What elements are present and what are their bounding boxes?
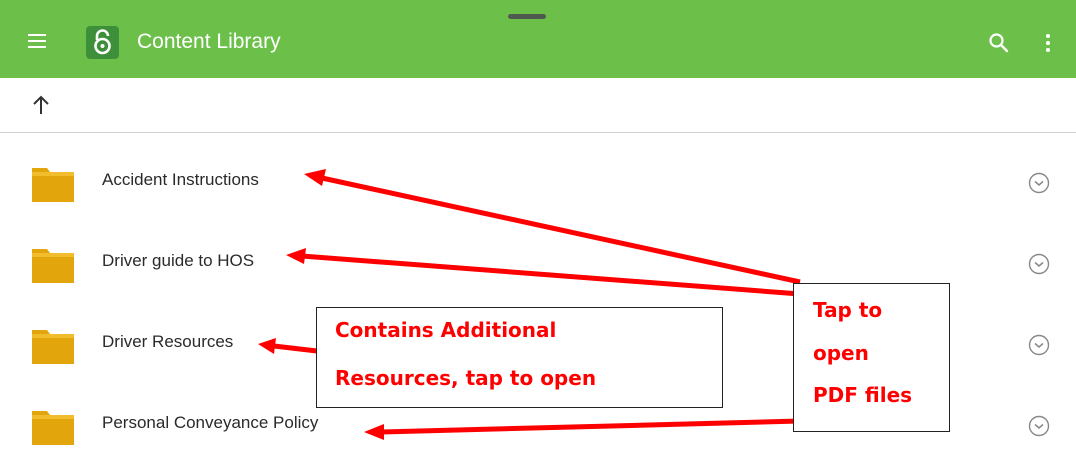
folder-row[interactable]: Accident Instructions [0, 138, 1076, 218]
search-icon[interactable] [988, 32, 1010, 54]
folder-label: Driver guide to HOS [102, 251, 255, 270]
annotation-box-resources: Contains Additional Resources, tap to op… [316, 307, 723, 408]
folder-icon [32, 245, 74, 283]
folder-icon [32, 164, 74, 202]
chevron-down-circle-icon[interactable] [1028, 334, 1050, 356]
menu-icon[interactable] [28, 34, 46, 48]
open-lock-icon [86, 26, 119, 59]
folder-label: Driver Resources [102, 332, 234, 351]
drag-handle[interactable] [508, 14, 546, 19]
folder-label: Accident Instructions [102, 170, 259, 189]
chevron-down-circle-icon[interactable] [1028, 415, 1050, 437]
navigation-bar [0, 78, 1076, 133]
annotation-text: Contains Additional [335, 318, 557, 342]
folder-icon [32, 407, 74, 445]
folder-icon [32, 326, 74, 364]
chevron-down-circle-icon[interactable] [1028, 172, 1050, 194]
app-title: Content Library [137, 30, 281, 53]
annotation-text: PDF files [813, 383, 913, 407]
annotation-text: Resources, tap to open [335, 366, 597, 390]
folder-label: Personal Conveyance Policy [102, 413, 319, 432]
annotation-box-pdf: Tap to open PDF files [793, 283, 950, 432]
app-bar: Content Library [0, 0, 1076, 78]
more-vert-icon[interactable] [1043, 32, 1053, 54]
chevron-down-circle-icon[interactable] [1028, 253, 1050, 275]
annotation-text: Tap to [813, 298, 883, 322]
arrow-up-icon[interactable] [32, 95, 50, 115]
annotation-text: open [813, 341, 869, 365]
